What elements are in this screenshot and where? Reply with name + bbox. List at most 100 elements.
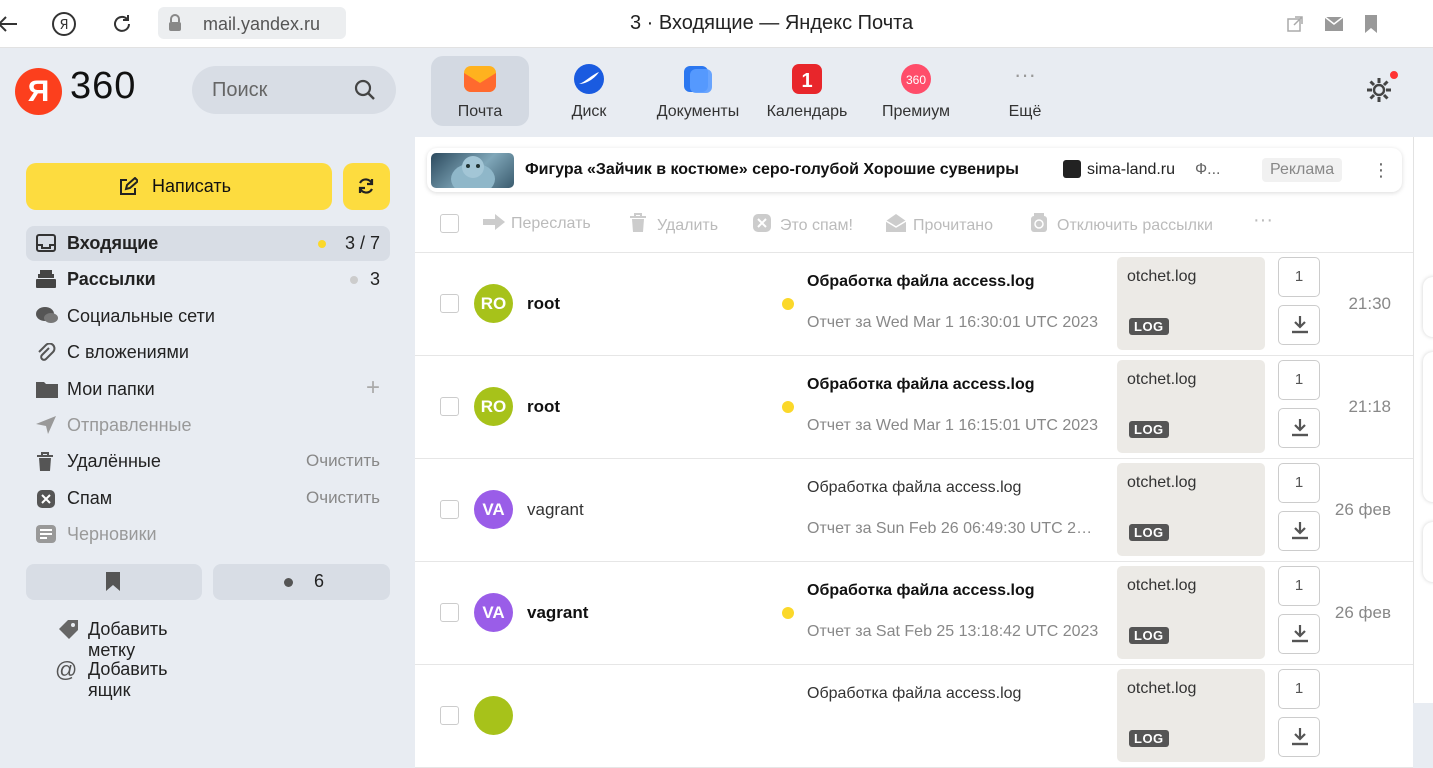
service-more[interactable]: ··· Ещё: [976, 56, 1074, 126]
envelope-icon[interactable]: [1320, 10, 1348, 38]
avatar[interactable]: [474, 696, 513, 735]
folder-social[interactable]: Социальные сети: [26, 299, 390, 334]
clear-trash-button[interactable]: Очистить: [306, 451, 380, 471]
folder-sent[interactable]: Отправленные: [26, 408, 390, 443]
message-checkbox[interactable]: [440, 397, 459, 416]
download-button[interactable]: [1278, 511, 1320, 551]
pencil-icon: [118, 176, 140, 202]
sent-icon: [36, 416, 58, 436]
message-snippet: Отчет за Sun Feb 26 06:49:30 UTC 2023: [807, 520, 1099, 537]
at-icon: @: [55, 657, 78, 682]
folder-my-folders[interactable]: Мои папки +: [26, 372, 390, 407]
attachment-count[interactable]: 1: [1278, 360, 1320, 400]
spam-icon: [752, 213, 774, 232]
avatar[interactable]: RO: [474, 284, 513, 323]
delete-button[interactable]: Удалить: [629, 213, 718, 235]
forward-button[interactable]: Переслать: [483, 213, 591, 233]
select-all-checkbox[interactable]: [440, 214, 459, 233]
kebab-menu-icon[interactable]: ⋮: [1372, 160, 1390, 181]
folder-drafts[interactable]: Черновики: [26, 517, 390, 552]
unsubscribe-button[interactable]: Отключить рассылки: [1029, 213, 1213, 235]
download-button[interactable]: [1278, 305, 1320, 345]
rail-widget[interactable]: [1423, 277, 1433, 337]
message-checkbox[interactable]: [440, 500, 459, 519]
attachment-count[interactable]: 1: [1278, 463, 1320, 503]
attachment-name: otchet.log: [1127, 474, 1197, 491]
spam-icon: [36, 489, 58, 509]
attachment-preview[interactable]: otchet.log LOG: [1117, 257, 1265, 350]
unread-dot[interactable]: [782, 401, 794, 413]
clear-spam-button[interactable]: Очистить: [306, 488, 380, 508]
service-premium[interactable]: 360 Премиум: [867, 56, 965, 126]
attachment-type-badge: LOG: [1129, 318, 1169, 335]
toolbar-more-button[interactable]: ···: [1253, 209, 1273, 232]
forward-icon: [483, 213, 505, 231]
service-documents[interactable]: Документы: [649, 56, 747, 126]
attachment-preview[interactable]: otchet.log LOG: [1117, 463, 1265, 556]
folder-newsletters[interactable]: Рассылки 3: [26, 262, 390, 297]
add-folder-button[interactable]: +: [366, 374, 380, 402]
attachment-count[interactable]: 1: [1278, 669, 1320, 709]
attachment-preview[interactable]: otchet.log LOG: [1117, 566, 1265, 659]
message-subject: Обработка файла access.log: [807, 479, 1022, 496]
folder-inbox[interactable]: Входящие 3 / 7: [26, 226, 390, 261]
reload-icon[interactable]: [108, 10, 136, 38]
message-date: 26 фев: [1334, 500, 1391, 519]
ad-favicon-icon: [1063, 160, 1081, 178]
message-checkbox[interactable]: [440, 706, 459, 725]
inbox-icon: [36, 234, 58, 254]
refresh-button[interactable]: [343, 163, 390, 210]
unread-dot[interactable]: [782, 298, 794, 310]
folder-trash[interactable]: Удалённые Очистить: [26, 444, 390, 479]
app-header: Я 360 Поиск Почта Диск Документы 1 Кален…: [0, 49, 1433, 137]
compose-button[interactable]: Написать: [26, 163, 332, 210]
attachment-preview[interactable]: otchet.log LOG: [1117, 360, 1265, 453]
download-button[interactable]: [1278, 614, 1320, 654]
more-icon: ···: [1014, 62, 1036, 87]
bookmark-icon[interactable]: [1357, 10, 1385, 38]
attachment-type-badge: LOG: [1129, 627, 1169, 644]
address-bar[interactable]: mail.yandex.ru: [158, 7, 346, 39]
mark-read-button[interactable]: Прочитано: [885, 213, 993, 235]
search-input[interactable]: Поиск: [192, 66, 396, 114]
service-calendar[interactable]: 1 Календарь: [758, 56, 856, 126]
rail-widget[interactable]: [1423, 522, 1433, 582]
message-checkbox[interactable]: [440, 294, 459, 313]
avatar[interactable]: VA: [474, 490, 513, 529]
message-row[interactable]: Обработка файла access.log otchet.log LOG 1: [415, 665, 1413, 768]
rail-widget[interactable]: [1423, 352, 1433, 502]
unread-dot: [318, 240, 326, 248]
attachment-type-badge: LOG: [1129, 421, 1169, 438]
labels-filter-button[interactable]: [26, 564, 202, 600]
folder-attachments[interactable]: С вложениями: [26, 335, 390, 370]
service-mail[interactable]: Почта: [431, 56, 529, 126]
download-button[interactable]: [1278, 717, 1320, 757]
unread-dot[interactable]: [782, 607, 794, 619]
attachment-count[interactable]: 1: [1278, 257, 1320, 297]
service-disk[interactable]: Диск: [540, 56, 638, 126]
back-arrow-icon[interactable]: [0, 10, 22, 38]
logo-360[interactable]: 360: [70, 65, 136, 108]
search-icon[interactable]: [354, 79, 376, 106]
attachment-count[interactable]: 1: [1278, 566, 1320, 606]
message-row[interactable]: RO root Обработка файла access.log Отчет за…: [415, 356, 1413, 459]
message-row[interactable]: VA vagrant Обработка файла access.log Отчет…: [415, 562, 1413, 665]
avatar[interactable]: VA: [474, 593, 513, 632]
unread-filter-button[interactable]: 6: [213, 564, 390, 600]
message-checkbox[interactable]: [440, 603, 459, 622]
yandex-logo[interactable]: Я: [15, 68, 62, 115]
ad-banner[interactable]: Фигура «Зайчик в костюме» серо-голубой Х…: [427, 148, 1402, 192]
spam-button[interactable]: Это спам!: [752, 213, 853, 235]
message-subject: Обработка файла access.log: [807, 685, 1022, 702]
open-external-icon[interactable]: [1281, 10, 1309, 38]
documents-icon: [682, 64, 714, 94]
message-row[interactable]: VA vagrant Обработка файла access.log Отчет…: [415, 459, 1413, 562]
gear-icon[interactable]: [1365, 76, 1393, 109]
download-button[interactable]: [1278, 408, 1320, 448]
folder-spam[interactable]: Спам Очистить: [26, 481, 390, 516]
attachment-preview[interactable]: otchet.log LOG: [1117, 669, 1265, 762]
svg-text:1: 1: [801, 70, 812, 92]
avatar[interactable]: RO: [474, 387, 513, 426]
yandex-browser-icon[interactable]: Я: [50, 10, 78, 38]
message-row[interactable]: RO root Обработка файла access.log Отчет за…: [415, 253, 1413, 356]
